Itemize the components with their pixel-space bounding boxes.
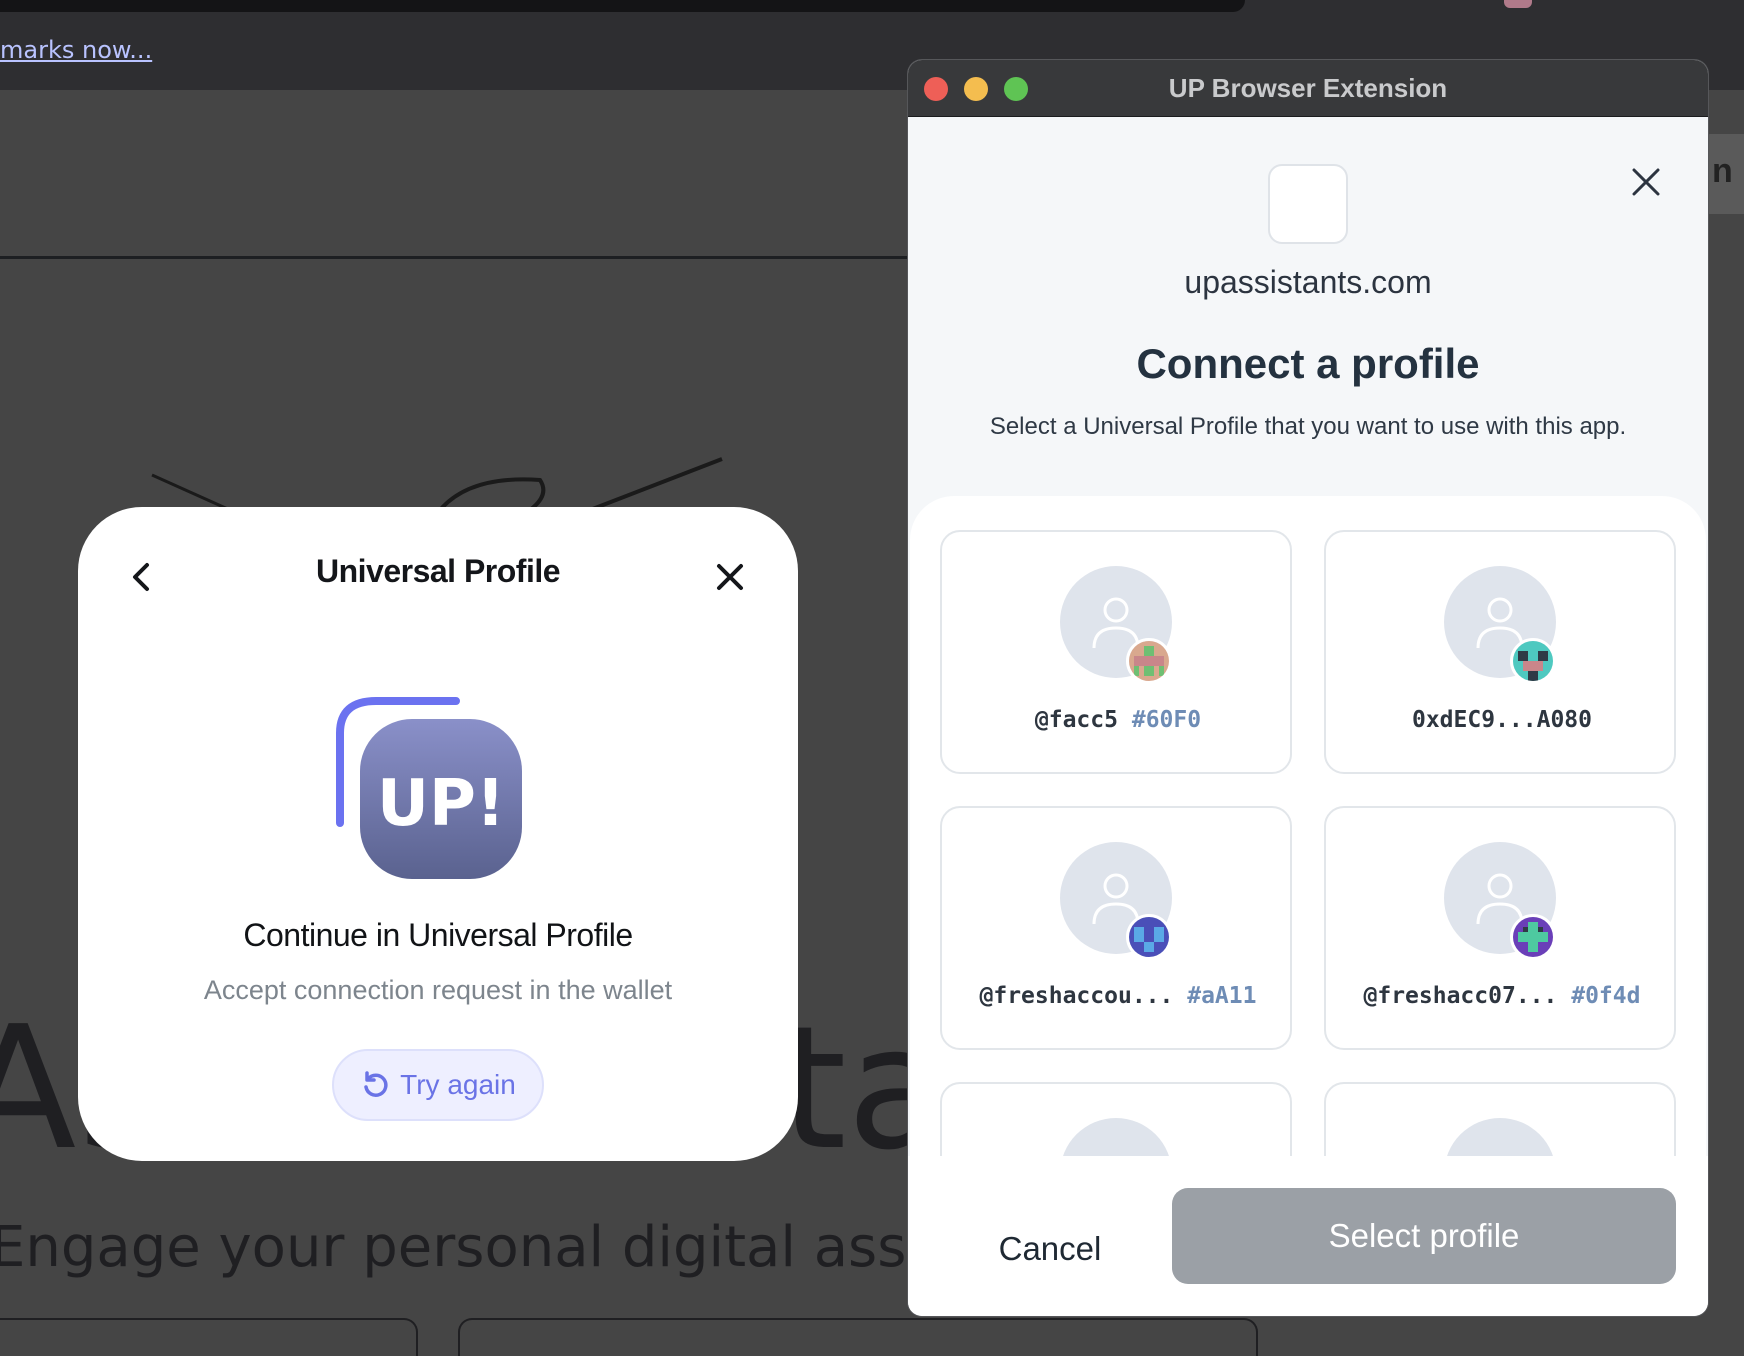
identicon-icon bbox=[1126, 914, 1172, 960]
identicon-icon bbox=[1126, 638, 1172, 684]
up-logo-text: UP! bbox=[377, 767, 505, 841]
profile-handle: @freshacc07... bbox=[1363, 983, 1558, 1009]
user-icon bbox=[1476, 873, 1524, 925]
close-button[interactable] bbox=[1626, 162, 1666, 202]
profile-card[interactable]: @facc5 #60F0 bbox=[940, 530, 1292, 774]
profile-handle: @freshaccou... bbox=[979, 983, 1174, 1009]
user-icon bbox=[1476, 597, 1524, 649]
profile-card[interactable]: 0xdEC9...A080 bbox=[1324, 530, 1676, 774]
site-domain: upassistants.com bbox=[1184, 264, 1432, 300]
modal-title: Universal Profile bbox=[315, 553, 561, 589]
extension-window: UP Browser Extension upassistants.com Co… bbox=[908, 60, 1708, 1316]
profile-name: @facc5 #60F0 bbox=[942, 707, 1294, 733]
window-titlebar[interactable]: UP Browser Extension bbox=[908, 60, 1708, 117]
up-logo-icon: UP! bbox=[336, 697, 522, 879]
connect-subheading: Select a Universal Profile that you want… bbox=[989, 413, 1627, 440]
header-action-letter: n bbox=[1712, 152, 1733, 190]
profile-hash: #0f4d bbox=[1571, 983, 1641, 1009]
identicon-icon bbox=[1510, 914, 1556, 960]
hero-tagline: Engage your personal digital assistant bbox=[0, 1215, 1065, 1280]
connect-heading: Connect a profile bbox=[1136, 340, 1480, 387]
profile-name: 0xdEC9...A080 bbox=[1326, 707, 1678, 733]
try-again-button[interactable]: Try again bbox=[332, 1049, 544, 1121]
universal-profile-modal: Universal Profile UP! Continue in Univer… bbox=[78, 507, 798, 1161]
close-icon bbox=[717, 564, 743, 590]
profile-hash: #aA11 bbox=[1187, 983, 1257, 1009]
action-footer: Cancel Select profile bbox=[908, 1156, 1708, 1316]
browser-tab-strip bbox=[0, 0, 1245, 12]
feature-card[interactable] bbox=[0, 1318, 418, 1356]
profile-name: @freshacc07... #0f4d bbox=[1326, 983, 1678, 1009]
hero-sketch-illustration bbox=[151, 457, 723, 512]
continue-heading: Continue in Universal Profile bbox=[243, 917, 633, 953]
header-divider bbox=[0, 256, 920, 259]
profile-handle: @facc5 bbox=[1034, 707, 1118, 733]
continue-subheading: Accept connection request in the wallet bbox=[203, 975, 673, 1005]
user-icon bbox=[1092, 597, 1140, 649]
close-icon bbox=[1632, 168, 1660, 196]
feature-card[interactable] bbox=[458, 1318, 1258, 1356]
profile-hash: #60F0 bbox=[1131, 707, 1202, 733]
close-button[interactable] bbox=[710, 557, 750, 597]
select-profile-button[interactable]: Select profile bbox=[1172, 1188, 1676, 1284]
profile-handle: 0xdEC9...A080 bbox=[1411, 707, 1592, 733]
site-favicon bbox=[1268, 164, 1348, 244]
retry-icon bbox=[364, 1071, 388, 1097]
profile-card[interactable]: @freshaccou... #aA11 bbox=[940, 806, 1292, 1050]
profile-name: @freshaccou... #aA11 bbox=[942, 983, 1294, 1009]
bookmarks-link[interactable]: marks now... bbox=[0, 36, 152, 64]
identicon-icon bbox=[1510, 638, 1556, 684]
try-again-label: Try again bbox=[400, 1069, 516, 1100]
cancel-button[interactable]: Cancel bbox=[950, 1204, 1150, 1294]
user-icon bbox=[1092, 873, 1140, 925]
window-title: UP Browser Extension bbox=[1168, 73, 1448, 103]
profile-card[interactable]: @freshacc07... #0f4d bbox=[1324, 806, 1676, 1050]
browser-tab-indicator bbox=[1504, 0, 1532, 8]
profile-list[interactable]: @facc5 #60F0 0xdEC9...A080 @freshaccou..… bbox=[910, 496, 1706, 1196]
